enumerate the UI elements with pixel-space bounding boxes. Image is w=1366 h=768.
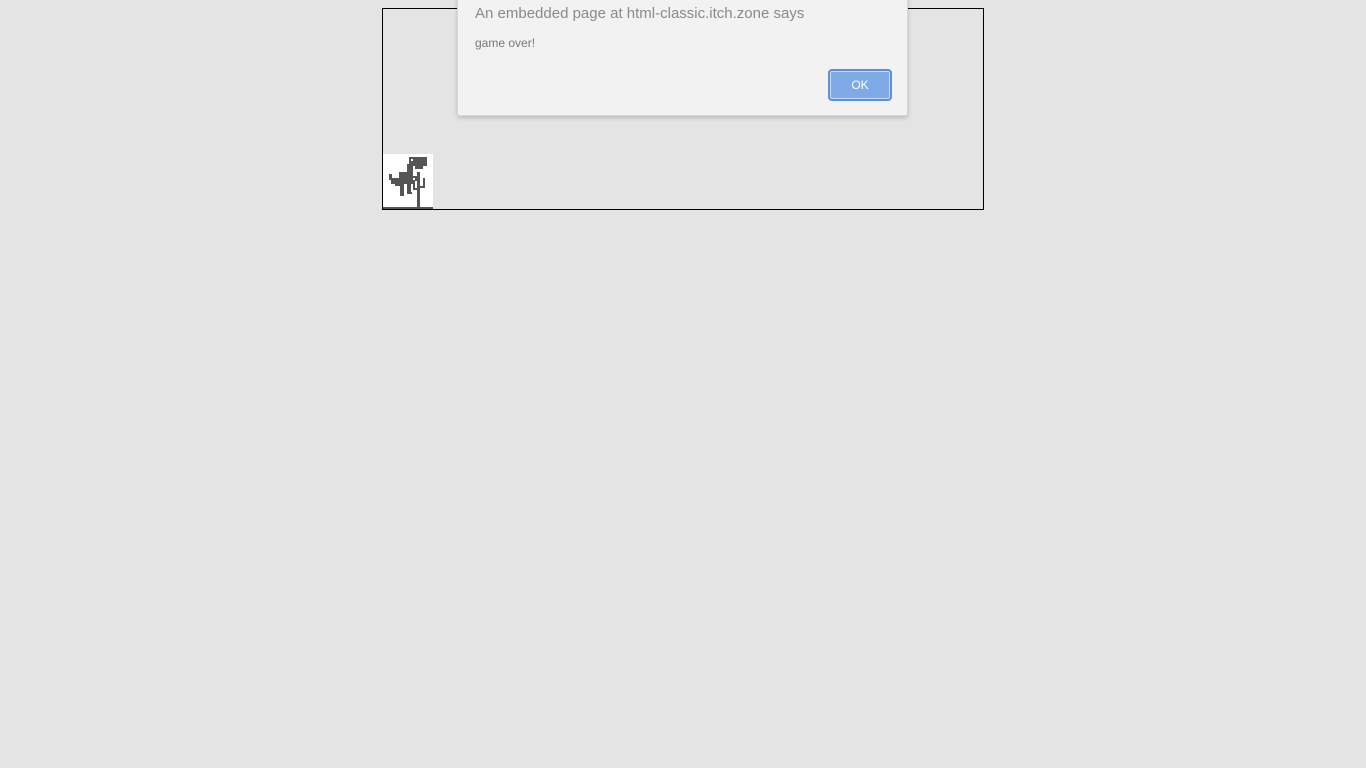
alert-title: An embedded page at html-classic.itch.zo… <box>475 5 805 22</box>
sprite-tile <box>383 154 433 209</box>
game-sprites <box>383 157 433 209</box>
ok-button[interactable]: OK <box>828 69 892 101</box>
alert-dialog: An embedded page at html-classic.itch.zo… <box>457 0 908 116</box>
alert-message: game over! <box>475 36 536 50</box>
page: An embedded page at html-classic.itch.zo… <box>0 0 1366 768</box>
ground-line <box>383 207 433 209</box>
dino-icon <box>389 157 427 196</box>
